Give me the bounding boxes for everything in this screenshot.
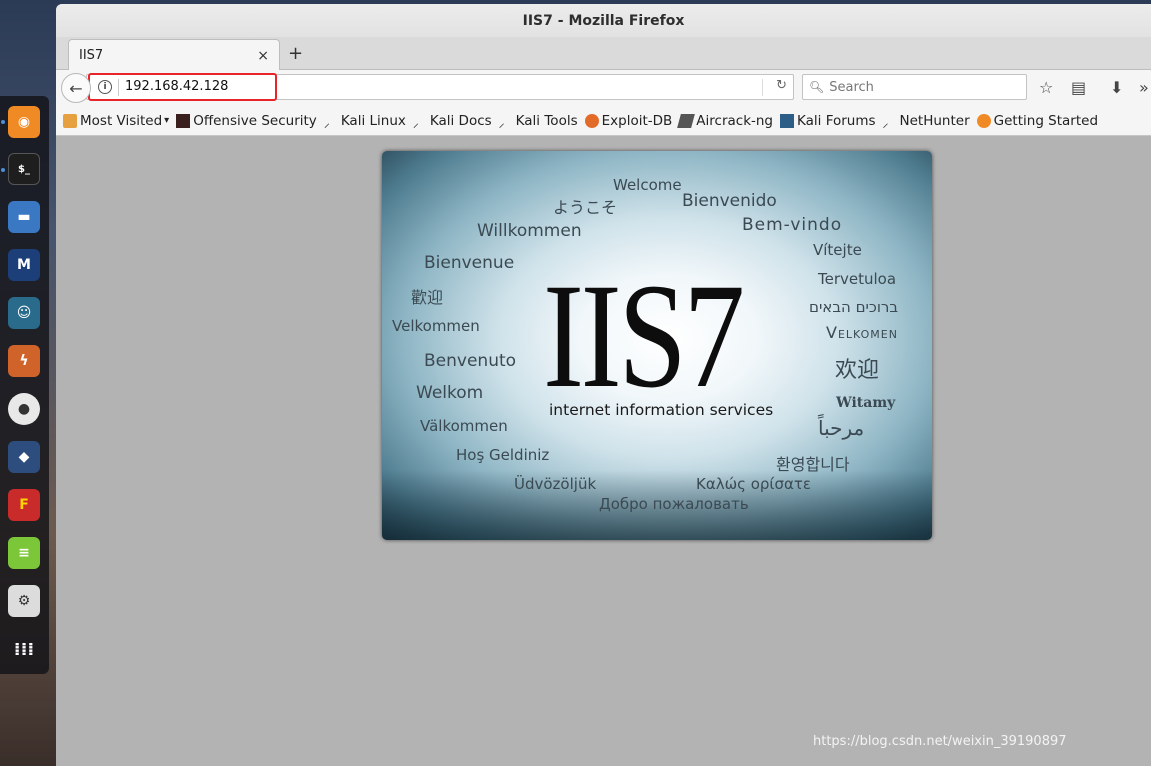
files-icon[interactable]: ▬ xyxy=(8,201,40,233)
bookmark-kali-forums[interactable]: Kali Forums xyxy=(780,113,876,129)
notes-icon[interactable]: ≡ xyxy=(8,537,40,569)
exploitdb-icon xyxy=(584,113,599,128)
iis7-subtitle: internet information services xyxy=(549,401,774,419)
bookmark-label: Kali Docs xyxy=(429,112,492,129)
word-bem-vindo: Bem-vindo xyxy=(742,215,843,235)
bookmark-label: Aircrack-ng xyxy=(696,112,774,129)
tab-iis7[interactable]: IIS7 × xyxy=(68,39,280,71)
word-hebrew: ברוכים הבאים xyxy=(809,298,899,316)
word-greek: Καλώς ορίσατε xyxy=(696,475,812,493)
navigation-toolbar: i 192.168.42.128 ↻ ← 🔍︎ Search ☆ ▤ ⬇ » xyxy=(56,70,1151,106)
bookmark-label: Getting Started xyxy=(993,112,1099,129)
word-welkom: Welkom xyxy=(416,383,484,403)
tab-strip: IIS7 × + xyxy=(56,37,1151,71)
iis7-logo: IIS7 xyxy=(543,253,745,419)
running-indicator xyxy=(1,168,5,172)
bookmark-label: Offensive Security xyxy=(193,112,317,129)
burpsuite-icon[interactable]: ϟ xyxy=(8,345,40,377)
bookmark-getting-started[interactable]: Getting Started xyxy=(976,112,1099,129)
reload-icon[interactable]: ↻ xyxy=(776,78,787,93)
bookmark-label: Most Visited xyxy=(80,112,163,129)
word-huanying-traditional: 歡迎 xyxy=(411,288,444,307)
close-tab-icon[interactable]: × xyxy=(257,48,269,64)
downloads-icon[interactable]: ⬇ xyxy=(1110,78,1123,97)
most-visited-icon xyxy=(63,113,77,128)
window-title: IIS7 - Mozilla Firefox xyxy=(56,4,1151,37)
iis7-welcome-image: Welcome ようこそ Bienvenido Willkommen Bem-v… xyxy=(382,151,932,540)
word-korean: 환영합니다 xyxy=(776,455,850,474)
kali-icon: ⸝ xyxy=(412,115,419,130)
firefox-icon xyxy=(976,113,991,128)
bookmark-star-icon[interactable]: ☆ xyxy=(1039,78,1053,97)
metasploit-icon[interactable]: M xyxy=(8,249,40,281)
word-velkommen: Velkommen xyxy=(392,317,480,335)
word-welcome: Welcome xyxy=(613,176,682,194)
word-huanying: 欢迎 xyxy=(835,358,880,383)
url-bar[interactable]: i 192.168.42.128 ↻ xyxy=(86,73,794,101)
bookmark-label: Kali Forums xyxy=(797,112,876,129)
search-icon: 🔍︎ xyxy=(809,80,825,94)
tab-label: IIS7 xyxy=(79,48,104,63)
maltego-icon[interactable]: ● xyxy=(8,393,40,425)
bookmark-kali-docs[interactable]: ⸝ Kali Docs xyxy=(412,112,492,130)
reading-list-icon[interactable]: ▤ xyxy=(1071,78,1086,97)
firefox-icon[interactable]: ◉ xyxy=(8,106,40,138)
word-yokoso: ようこそ xyxy=(553,198,618,217)
url-highlight-box xyxy=(88,73,277,101)
armitage-icon[interactable]: ☺ xyxy=(8,297,40,329)
word-russian: Добро пожаловать xyxy=(599,495,749,513)
word-valkommen: Välkommen xyxy=(420,417,508,435)
bookmark-aircrack-ng[interactable]: Aircrack-ng xyxy=(677,112,774,129)
word-bienvenido: Bienvenido xyxy=(682,191,777,211)
desktop-dock: ◉ $_ ▬ M ☺ ϟ ● ◆ F ≡ ⚙ ⁞⁞⁞ xyxy=(0,96,49,674)
kali-icon: ⸝ xyxy=(882,115,889,130)
word-willkommen: Willkommen xyxy=(477,221,582,241)
bookmark-label: Exploit-DB xyxy=(601,112,673,129)
word-hos-geldiniz: Hoş Geldiniz xyxy=(456,446,550,464)
terminal-icon[interactable]: $_ xyxy=(8,153,40,185)
search-bar[interactable]: 🔍︎ Search xyxy=(802,74,1027,100)
faraday-icon[interactable]: F xyxy=(8,489,40,521)
word-udvozoljuk: Üdvözöljük xyxy=(514,475,597,493)
aircrack-icon xyxy=(677,113,696,128)
word-benvenuto: Benvenuto xyxy=(424,351,517,371)
search-placeholder: Search xyxy=(829,79,874,95)
bookmark-kali-linux[interactable]: ⸝ Kali Linux xyxy=(323,112,406,130)
word-arabic: مرحباً xyxy=(818,416,865,440)
beef-icon[interactable]: ◆ xyxy=(8,441,40,473)
word-witamy: Witamy xyxy=(836,395,896,411)
back-arrow-icon: ← xyxy=(69,78,83,98)
chevron-down-icon: ▾ xyxy=(164,115,170,126)
bookmark-offensive-security[interactable]: Offensive Security xyxy=(176,113,317,129)
forums-icon xyxy=(780,113,795,128)
word-tervetuloa: Tervetuloa xyxy=(818,270,897,288)
word-bienvenue: Bienvenue xyxy=(424,253,515,273)
kali-icon: ⸝ xyxy=(323,115,330,130)
bookmarks-toolbar: Most Visited ▾ Offensive Security ⸝ Kali … xyxy=(56,106,1151,136)
apps-grid-icon[interactable]: ⁞⁞⁞ xyxy=(8,633,40,665)
word-vitejte: Vítejte xyxy=(813,241,862,259)
bookmark-kali-tools[interactable]: ⸝ Kali Tools xyxy=(498,112,578,130)
more-tools-icon[interactable]: » xyxy=(1139,78,1149,97)
back-button[interactable]: ← xyxy=(61,73,91,103)
csdn-watermark: https://blog.csdn.net/weixin_39190897 xyxy=(813,734,1067,749)
browser-window: IIS7 - Mozilla Firefox IIS7 × + i 192.16… xyxy=(56,4,1151,766)
running-indicator xyxy=(1,120,5,124)
bookmark-label: NetHunter xyxy=(899,112,970,129)
bookmark-label: Kali Tools xyxy=(515,112,578,129)
word-velkomen: Velkomen xyxy=(826,323,898,342)
bookmark-most-visited[interactable]: Most Visited ▾ xyxy=(63,113,169,129)
settings-icon[interactable]: ⚙ xyxy=(8,585,40,617)
kali-icon: ⸝ xyxy=(498,115,505,130)
offsec-icon xyxy=(176,113,191,128)
reload-separator xyxy=(762,79,763,96)
new-tab-button[interactable]: + xyxy=(288,43,303,64)
bookmark-label: Kali Linux xyxy=(340,112,406,129)
bookmark-nethunter[interactable]: ⸝ NetHunter xyxy=(882,112,970,130)
bookmark-exploit-db[interactable]: Exploit-DB xyxy=(584,112,673,129)
